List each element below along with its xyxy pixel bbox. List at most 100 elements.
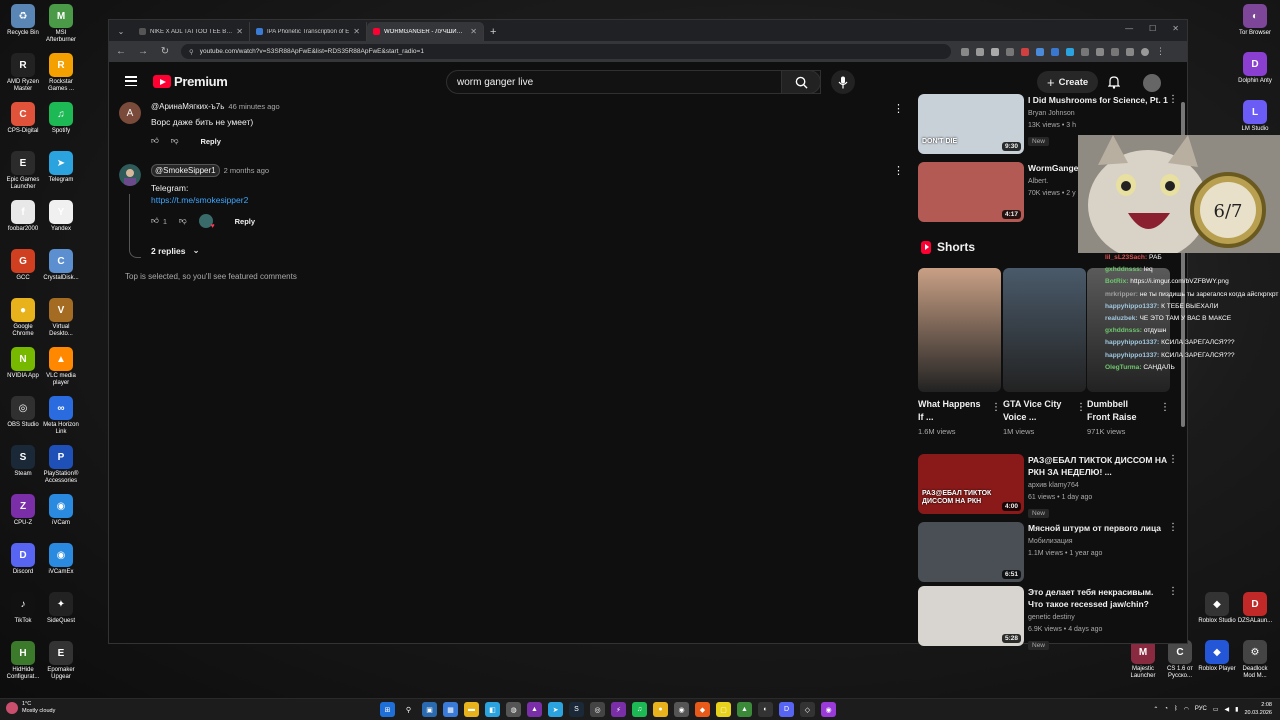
desktop-icon[interactable]: R Rockstar Games ... (42, 53, 80, 93)
ext-icon[interactable] (961, 47, 969, 56)
reply-button[interactable]: Reply (200, 137, 220, 146)
battery-icon[interactable]: ▮ (1235, 706, 1238, 713)
close-window-icon[interactable]: ✕ (1172, 24, 1179, 33)
short-menu-icon[interactable]: ⋮ (1076, 402, 1086, 413)
ext-icon[interactable] (1126, 47, 1134, 56)
chevron-up-icon[interactable]: ⌃ (1153, 706, 1158, 713)
desktop-icon[interactable]: ◉ iVCamEx (42, 543, 80, 576)
channel-name[interactable]: архив klamy764 (1028, 480, 1168, 492)
desktop-icon[interactable]: H HidHide Configurat... (4, 641, 42, 681)
site-info-icon[interactable]: ⚲ (189, 48, 194, 56)
back-icon[interactable]: ← (115, 46, 127, 57)
task-view-icon[interactable]: ▣ (422, 702, 437, 717)
ext-icon[interactable] (1066, 47, 1074, 56)
short-item[interactable]: GTA Vice City Voice ... 1M views ⋮ (1003, 268, 1086, 436)
video-menu-icon[interactable]: ⋮ (1168, 94, 1178, 105)
like-icon[interactable]: 👍︎ (151, 216, 159, 226)
app-icon[interactable]: ◆ (695, 702, 710, 717)
desktop-icon[interactable]: ◉ iVCam (42, 494, 80, 527)
desktop-icon[interactable]: Z CPU-Z (4, 494, 42, 527)
weather-widget[interactable]: 1°C Mostly cloudy (6, 701, 55, 715)
reload-icon[interactable]: ↻ (159, 46, 171, 57)
youtube-logo[interactable]: Premium (153, 74, 228, 89)
desktop-icon[interactable]: ⚙ Deadlock Mod M... (1236, 640, 1274, 680)
bluetooth-icon[interactable]: ᛒ (1174, 706, 1178, 712)
ext-icon[interactable] (976, 47, 984, 56)
dislike-icon[interactable]: 👎︎ (179, 216, 187, 226)
video-menu-icon[interactable]: ⋮ (1168, 522, 1178, 533)
desktop-icon[interactable]: M MSI Afterburner (42, 4, 80, 44)
account-avatar[interactable] (1143, 74, 1161, 92)
ext-icon[interactable] (1006, 47, 1014, 56)
comment-link[interactable]: https://t.me/smokesipper2 (151, 194, 899, 206)
search-input[interactable]: worm ganger live ✕ (446, 70, 821, 94)
desktop-icon[interactable]: ● Google Chrome (4, 298, 42, 338)
short-item[interactable]: What Happens If ... 1.6M views ⋮ (918, 268, 1001, 436)
short-menu-icon[interactable]: ⋮ (1160, 402, 1170, 413)
desktop-icon[interactable]: P PlayStation® Accessories (42, 445, 80, 485)
video-thumbnail[interactable]: 4:17 (918, 162, 1024, 222)
video-thumbnail[interactable]: 6:51 (918, 522, 1024, 582)
app-icon[interactable]: ◉ (821, 702, 836, 717)
desktop-icon[interactable]: E Epomaker Upgear (42, 641, 80, 681)
browser-tab[interactable]: WORMGANGER - ЛУЧШИЙ КЛ ✕ (367, 22, 484, 41)
browser-tab[interactable]: IPA Phonetic Transcription of E ✕ (250, 22, 367, 41)
new-tab-button[interactable]: + (490, 26, 496, 38)
tab-close-icon[interactable]: ✕ (236, 27, 243, 36)
app-icon[interactable]: ▲ (737, 702, 752, 717)
video-title[interactable]: Мясной штурм от первого лица (1028, 522, 1168, 534)
comment-author[interactable]: @АринаМягких-ъ7ь (151, 102, 224, 111)
video-thumbnail[interactable]: DON'T DIE 9:30 (918, 94, 1024, 154)
chrome-icon[interactable]: ● (653, 702, 668, 717)
browser-menu-icon[interactable]: ⋮ (1156, 46, 1165, 57)
desktop-icon[interactable]: D Discord (4, 543, 42, 576)
short-title[interactable]: GTA Vice City Voice ... (1003, 398, 1069, 424)
app-icon[interactable]: ▢ (716, 702, 731, 717)
channel-name[interactable]: genetic destiny (1028, 612, 1168, 624)
video-menu-icon[interactable]: ⋮ (1168, 454, 1178, 465)
notifications-button[interactable] (1107, 75, 1121, 92)
widgets-icon[interactable]: ▦ (443, 702, 458, 717)
ext-icon[interactable] (1111, 47, 1119, 56)
dislike-icon[interactable]: 👎︎ (171, 136, 179, 146)
search-icon[interactable]: ⚲ (401, 702, 416, 717)
comment-avatar[interactable]: A (119, 102, 141, 124)
language-indicator[interactable]: РУС (1195, 706, 1207, 712)
related-video[interactable]: 5:28 Это делает тебя некрасивым. Что тако… (918, 586, 1178, 650)
comment-menu-icon[interactable]: ⋮ (893, 102, 904, 115)
show-replies-button[interactable]: 2 replies ⌄ (151, 245, 899, 256)
network-status-icon[interactable]: ▭ (1213, 706, 1219, 713)
telegram-icon[interactable]: ➤ (548, 702, 563, 717)
desktop-icon[interactable]: D Dolphin Anty (1236, 52, 1274, 85)
related-video[interactable]: 6:51 Мясной штурм от первого лица Мобилиза… (918, 522, 1178, 584)
file-explorer-icon[interactable]: ▬ (464, 702, 479, 717)
create-button[interactable]: + Create (1037, 71, 1099, 93)
desktop-icon[interactable]: ◎ OBS Studio (4, 396, 42, 429)
forward-icon[interactable]: → (137, 46, 149, 57)
comment-menu-icon[interactable]: ⋮ (893, 164, 904, 177)
desktop-icon[interactable]: C CPS-Digital (4, 102, 42, 135)
video-thumbnail[interactable]: РАЗ@ЕБАЛ ТИКТОК ДИССОМ НА РКН 4:00 (918, 454, 1024, 514)
volume-icon[interactable]: ◀ (1225, 706, 1230, 713)
desktop-icon[interactable]: L LM Studio (1236, 100, 1274, 133)
comment-time[interactable]: 2 months ago (224, 166, 269, 175)
browser-tab[interactable]: NIKE X ADL TATTOO TEE BOX B ✕ (133, 22, 250, 41)
desktop-icon[interactable]: ✦ SideQuest (42, 592, 80, 625)
short-thumbnail[interactable] (1003, 268, 1086, 392)
related-video[interactable]: РАЗ@ЕБАЛ ТИКТОК ДИССОМ НА РКН 4:00 РАЗ@ЕБА… (918, 454, 1178, 518)
desktop-icon[interactable]: ▲ VLC media player (42, 347, 80, 387)
desktop-icon[interactable]: ➤ Telegram (42, 151, 80, 184)
video-title[interactable]: РАЗ@ЕБАЛ ТИКТОК ДИССОМ НА РКН ЗА НЕДЕЛЮ!… (1028, 454, 1168, 478)
spotify-icon[interactable]: ♫ (632, 702, 647, 717)
short-thumbnail[interactable] (918, 268, 1001, 392)
app-icon[interactable]: ◐ (758, 702, 773, 717)
desktop-icon[interactable]: Y Yandex (42, 200, 80, 233)
desktop-icon[interactable]: E Epic Games Launcher (4, 151, 42, 191)
store-icon[interactable]: ◧ (485, 702, 500, 717)
tab-list-icon[interactable]: ⌄ (113, 23, 129, 39)
desktop-icon[interactable]: D DZSALaun... (1236, 592, 1274, 625)
like-icon[interactable]: 👍︎ (151, 136, 159, 146)
desktop-icon[interactable]: V Virtual Deskto... (42, 298, 80, 338)
desktop-icon[interactable]: R AMD Ryzen Master (4, 53, 42, 93)
desktop-icon[interactable]: ♪ TikTok (4, 592, 42, 625)
